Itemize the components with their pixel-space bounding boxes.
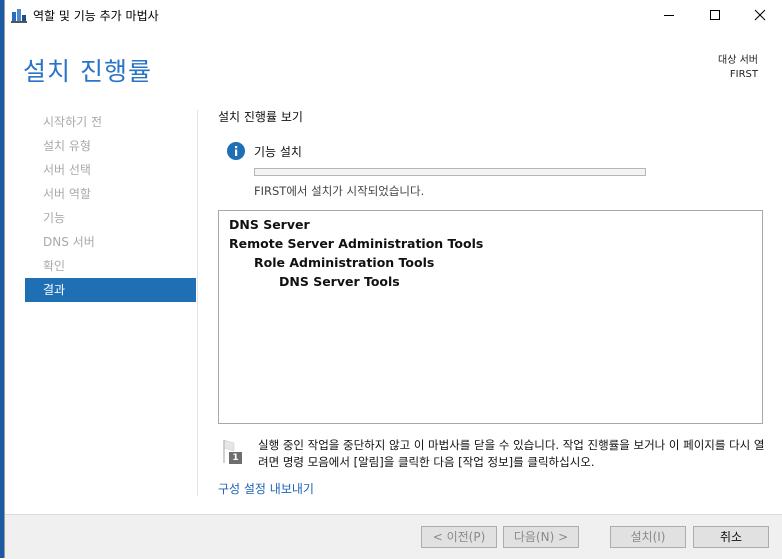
result-item: Remote Server Administration Tools bbox=[229, 236, 484, 251]
target-server-name: FIRST bbox=[729, 69, 758, 80]
maximize-icon bbox=[710, 10, 720, 20]
nav-item-results[interactable]: 결과 bbox=[25, 278, 196, 302]
target-server-label: 대상 서버 bbox=[718, 55, 758, 66]
results-list[interactable]: DNS Server Remote Server Administration T… bbox=[218, 210, 763, 424]
previous-button[interactable]: < 이전(P) bbox=[421, 526, 497, 548]
installation-progress-bar bbox=[254, 168, 646, 176]
minimize-icon bbox=[664, 15, 674, 16]
nav-item-features: 기능 bbox=[43, 211, 66, 225]
nav-item-installation-type: 설치 유형 bbox=[43, 139, 91, 153]
wizard-footer: < 이전(P) 다음(N) > 설치(I) 취소 bbox=[5, 514, 782, 559]
nav-divider bbox=[197, 110, 198, 496]
close-wizard-note: 실행 중인 작업을 중단하지 않고 이 마법사를 닫을 수 있습니다. 작업 진… bbox=[258, 438, 765, 469]
status-message: FIRST에서 설치가 시작되었습니다. bbox=[254, 184, 425, 198]
nav-item-dns-server: DNS 서버 bbox=[43, 235, 95, 249]
minimize-button[interactable] bbox=[646, 0, 692, 30]
nav-item-server-selection: 서버 선택 bbox=[43, 163, 91, 177]
target-server: 대상 서버 FIRST bbox=[718, 54, 758, 82]
nav-item-confirmation: 확인 bbox=[43, 259, 66, 273]
result-item: DNS Server bbox=[229, 217, 310, 232]
page-title: 설치 진행률 bbox=[23, 57, 152, 86]
close-icon bbox=[754, 9, 766, 21]
export-configuration-link[interactable]: 구성 설정 내보내기 bbox=[218, 480, 314, 497]
cancel-button[interactable]: 취소 bbox=[693, 526, 769, 548]
next-button[interactable]: 다음(N) > bbox=[503, 526, 579, 548]
notification-badge: 1 bbox=[232, 453, 239, 463]
nav-item-before-you-begin: 시작하기 전 bbox=[43, 115, 103, 129]
result-item: Role Administration Tools bbox=[254, 255, 435, 270]
install-button[interactable]: 설치(I) bbox=[610, 526, 686, 548]
window-title: 역할 및 기능 추가 마법사 bbox=[33, 9, 159, 23]
close-button[interactable] bbox=[737, 0, 782, 30]
notification-flag-icon: 1 bbox=[222, 439, 244, 465]
title-bar[interactable]: 역할 및 기능 추가 마법사 bbox=[5, 0, 782, 30]
server-manager-icon bbox=[11, 7, 27, 23]
wizard-window: 역할 및 기능 추가 마법사 설치 진행률 대상 서버 FIRST 시작하기 전… bbox=[4, 0, 782, 559]
info-icon bbox=[227, 142, 245, 160]
result-item: DNS Server Tools bbox=[279, 274, 400, 289]
wizard-nav: 시작하기 전 설치 유형 서버 선택 서버 역할 기능 DNS 서버 확인 결과 bbox=[25, 110, 196, 302]
section-title: 설치 진행률 보기 bbox=[218, 110, 303, 124]
status-title: 기능 설치 bbox=[254, 145, 302, 159]
nav-item-server-roles: 서버 역할 bbox=[43, 187, 91, 201]
maximize-button[interactable] bbox=[692, 0, 738, 30]
